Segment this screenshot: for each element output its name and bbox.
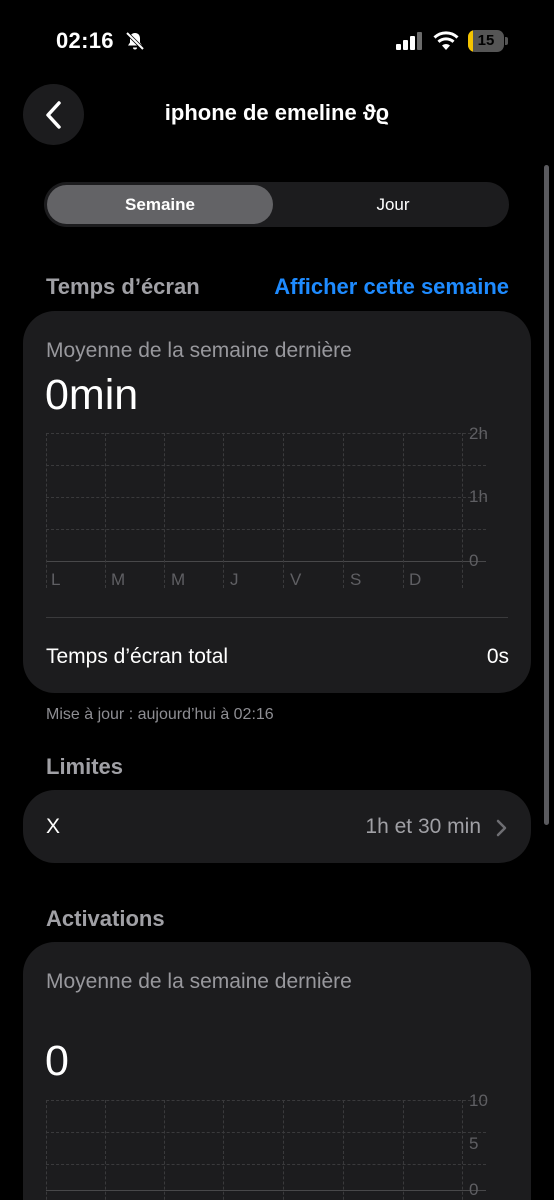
status-time: 02:16 [56,28,114,53]
cellular-signal-icon [396,32,422,50]
x-tick-label: D [409,570,422,589]
back-button[interactable] [23,84,84,145]
activations-subtitle: Moyenne de la semaine dernière [46,970,352,993]
divider [46,617,508,618]
limits-header: Limites [46,754,124,779]
x-tick-label: L [51,570,61,589]
last-updated-text: Mise à jour : aujourd’hui à 02:16 [46,706,274,723]
page-title: iphone de emeline ϑϱ [164,100,390,125]
y-tick-label: 0 [469,551,479,570]
y-tick-label: 2h [469,424,488,443]
segment-week[interactable]: Semaine [47,182,273,227]
show-this-week-link[interactable]: Afficher cette semaine [274,274,509,300]
y-tick-label: 0 [469,1180,479,1199]
x-tick-label: S [350,570,362,589]
battery-indicator: 15 [468,30,508,52]
screen-time-card[interactable]: Moyenne de la semaine dernière 0min 2h 1… [23,311,531,693]
battery-level: 15 [477,32,495,49]
y-tick-label: 10 [469,1091,488,1110]
scroll-indicator[interactable] [544,165,549,825]
activations-card[interactable]: Moyenne de la semaine dernière 0 10 5 0 [23,942,531,1200]
y-tick-label: 5 [469,1134,479,1153]
bell-slash-icon [125,31,145,51]
chevron-left-icon [45,100,61,129]
segment-day[interactable]: Jour [280,182,506,227]
screen-time-average-value: 0min [45,371,139,419]
total-screen-time-value: 0s [486,645,509,668]
y-tick-label: 1h [469,487,488,506]
screen-time-header: Temps d’écran [46,274,200,299]
period-segmented-control: Semaine Jour [44,182,509,227]
chevron-right-icon [496,819,507,837]
x-tick-label: J [230,570,239,589]
wifi-icon [433,31,459,50]
x-tick-label: V [290,570,302,589]
screen-time-subtitle: Moyenne de la semaine dernière [46,339,352,362]
limit-value: 1h et 30 min [365,815,481,838]
activations-header: Activations [46,906,165,931]
total-screen-time-label: Temps d’écran total [46,645,229,668]
limit-row[interactable]: X 1h et 30 min [23,790,531,863]
activations-average-value: 0 [45,1037,69,1085]
x-tick-label: M [111,570,126,589]
x-tick-label: M [171,570,186,589]
limit-name: X [46,815,61,838]
